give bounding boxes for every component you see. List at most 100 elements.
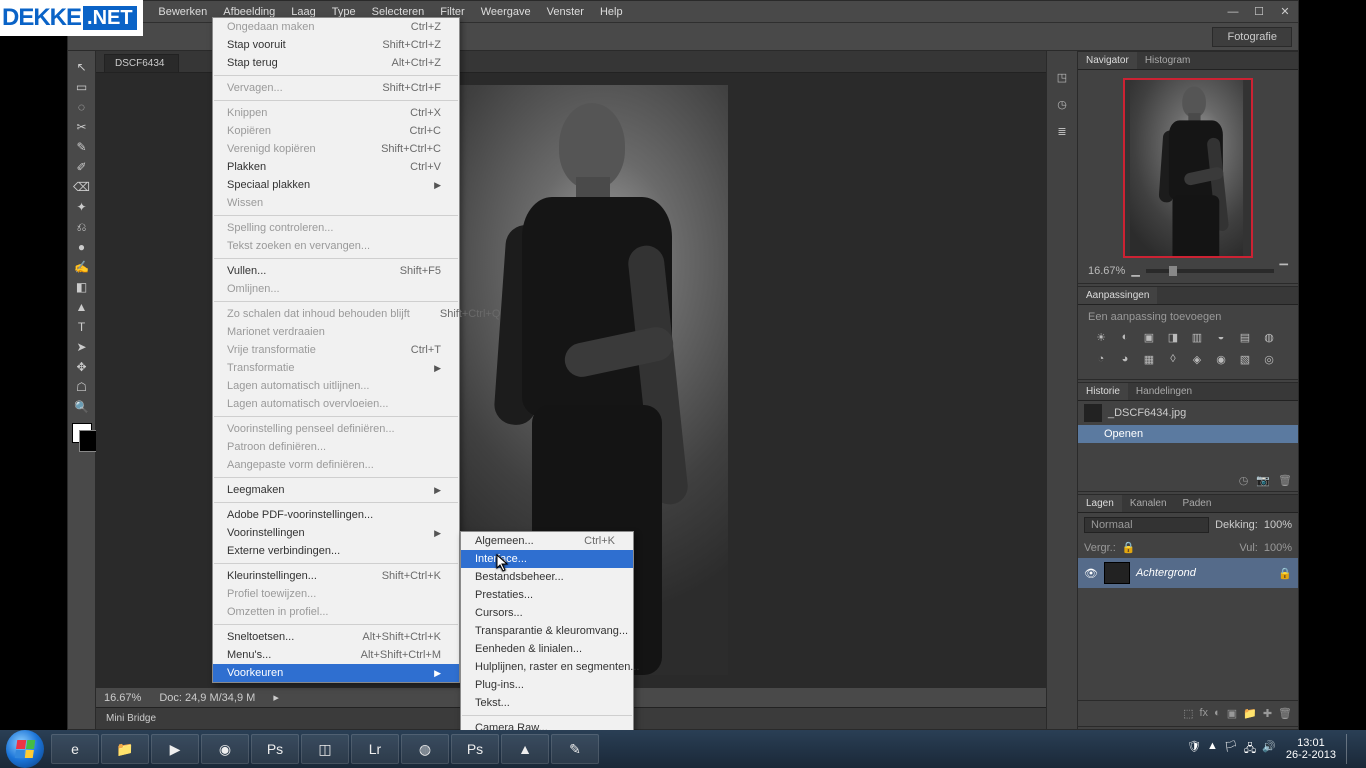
menu-item[interactable]: Kleurinstellingen...Shift+Ctrl+K bbox=[213, 567, 459, 585]
eraser-tool[interactable]: ⌫ bbox=[70, 177, 94, 197]
tray-icon[interactable]: ▲ bbox=[1207, 740, 1218, 759]
adjustment-icon[interactable]: ◊ bbox=[1164, 353, 1182, 369]
taskbar-button-steam[interactable]: ◍ bbox=[401, 734, 449, 764]
brush-tool[interactable]: ✐ bbox=[70, 157, 94, 177]
menu-item[interactable]: Transparantie & kleuromvang... bbox=[461, 622, 633, 640]
layer-action-icon[interactable]: ◐ bbox=[1214, 707, 1221, 720]
navigator-zoom[interactable]: 16.67% bbox=[1088, 265, 1125, 277]
zoom-in-icon[interactable]: ▔ bbox=[1280, 264, 1288, 277]
move-tool[interactable]: ↖ bbox=[70, 57, 94, 77]
layer-action-icon[interactable]: 🗑 bbox=[1278, 707, 1292, 720]
history-source[interactable]: _DSCF6434.jpg bbox=[1078, 401, 1298, 425]
menu-item[interactable]: Help bbox=[592, 1, 631, 23]
adjustment-icon[interactable]: ◨ bbox=[1164, 331, 1182, 347]
menu-item[interactable]: Externe verbindingen... bbox=[213, 542, 459, 560]
tab-histogram[interactable]: Histogram bbox=[1137, 52, 1199, 69]
taskbar-button-pad[interactable]: ✎ bbox=[551, 734, 599, 764]
menu-item[interactable]: Voorkeuren▶ bbox=[213, 664, 459, 682]
menu-item[interactable]: Algemeen...Ctrl+K bbox=[461, 532, 633, 550]
history-icon[interactable]: ◷ bbox=[1239, 474, 1249, 487]
menu-item[interactable]: Bestandsbeheer... bbox=[461, 568, 633, 586]
adjustment-icon[interactable]: ◔ bbox=[1092, 353, 1110, 369]
taskbar-button-wmp[interactable]: ▶ bbox=[151, 734, 199, 764]
maximize-icon[interactable]: ☐ bbox=[1246, 1, 1272, 23]
adjustment-icon[interactable]: ◒ bbox=[1212, 331, 1230, 347]
pen-tool[interactable]: ✍ bbox=[70, 257, 94, 277]
minimize-icon[interactable]: ― bbox=[1220, 1, 1246, 23]
tab-navigator[interactable]: Navigator bbox=[1078, 52, 1137, 69]
taskbar-button-square[interactable]: ◫ bbox=[301, 734, 349, 764]
document-tab[interactable]: DSCF6434 bbox=[104, 54, 179, 72]
taskbar-button-chrome[interactable]: ◉ bbox=[201, 734, 249, 764]
gradient-tool[interactable]: ● bbox=[70, 237, 94, 257]
layer-action-icon[interactable]: fx bbox=[1199, 707, 1208, 720]
visibility-icon[interactable]: 👁 bbox=[1084, 567, 1098, 580]
menu-item[interactable]: Stap vooruitShift+Ctrl+Z bbox=[213, 36, 459, 54]
menu-item[interactable]: Cursors... bbox=[461, 604, 633, 622]
menu-item[interactable]: Interface... bbox=[461, 550, 633, 568]
close-icon[interactable]: ✕ bbox=[1272, 1, 1298, 23]
taskbar-button-ps2[interactable]: Ps bbox=[451, 734, 499, 764]
navigator-thumbnail[interactable] bbox=[1123, 78, 1253, 258]
zoom-level[interactable]: 16.67% bbox=[104, 692, 141, 704]
layer-action-icon[interactable]: ✚ bbox=[1263, 707, 1272, 720]
adjustment-icon[interactable]: ◕ bbox=[1116, 353, 1134, 369]
hand-tool[interactable]: ✥ bbox=[70, 357, 94, 377]
tab-history[interactable]: Historie bbox=[1078, 383, 1128, 400]
tab-adjustments[interactable]: Aanpassingen bbox=[1078, 287, 1157, 304]
tray-icon[interactable]: 🔊 bbox=[1262, 740, 1276, 759]
panel-icon[interactable]: ◷ bbox=[1057, 98, 1067, 111]
lock-icon[interactable]: 🔒 bbox=[1122, 541, 1136, 554]
taskbar-button-vlc[interactable]: ▲ bbox=[501, 734, 549, 764]
color-swatch[interactable] bbox=[72, 423, 92, 443]
rotate-tool[interactable]: ☖ bbox=[70, 377, 94, 397]
layer-action-icon[interactable]: ▣ bbox=[1227, 707, 1237, 720]
taskbar-button-folder[interactable]: 📁 bbox=[101, 734, 149, 764]
menu-item[interactable]: Stap terugAlt+Ctrl+Z bbox=[213, 54, 459, 72]
path-tool[interactable]: ➤ bbox=[70, 337, 94, 357]
crop-tool[interactable]: ✂ bbox=[70, 117, 94, 137]
menu-item[interactable]: Menu's...Alt+Shift+Ctrl+M bbox=[213, 646, 459, 664]
menu-item[interactable]: Venster bbox=[539, 1, 592, 23]
trash-icon[interactable]: 🗑 bbox=[1278, 474, 1292, 487]
menu-item[interactable]: Plug-ins... bbox=[461, 676, 633, 694]
menu-item[interactable]: Eenheden & linialen... bbox=[461, 640, 633, 658]
adjustment-icon[interactable]: ◉ bbox=[1212, 353, 1230, 369]
menu-item[interactable]: Voorinstellingen▶ bbox=[213, 524, 459, 542]
type-tool[interactable]: T bbox=[70, 317, 94, 337]
eyedropper-tool[interactable]: ✎ bbox=[70, 137, 94, 157]
history-step[interactable]: Openen bbox=[1078, 425, 1298, 443]
panel-icon[interactable]: ◳ bbox=[1057, 71, 1067, 84]
show-desktop-button[interactable] bbox=[1346, 734, 1356, 764]
layer-action-icon[interactable]: ⬚ bbox=[1183, 707, 1193, 720]
clock-date[interactable]: 26-2-2013 bbox=[1286, 749, 1336, 761]
menu-item[interactable]: Hulplijnen, raster en segmenten... bbox=[461, 658, 633, 676]
layer-thumbnail[interactable] bbox=[1104, 562, 1130, 584]
menu-item[interactable]: PlakkenCtrl+V bbox=[213, 158, 459, 176]
taskbar-button-ie[interactable]: e bbox=[51, 734, 99, 764]
start-button[interactable] bbox=[6, 730, 44, 768]
menu-item[interactable]: Adobe PDF-voorinstellingen... bbox=[213, 506, 459, 524]
chevron-right-icon[interactable]: ▸ bbox=[273, 691, 279, 704]
menu-item[interactable]: Prestaties... bbox=[461, 586, 633, 604]
tab-layers[interactable]: Lagen bbox=[1078, 495, 1122, 512]
tray-icon[interactable]: 🖧 bbox=[1244, 740, 1256, 759]
shape-tool[interactable]: ▲ bbox=[70, 297, 94, 317]
tray-icon[interactable]: 🏳 bbox=[1224, 740, 1238, 759]
layer-row[interactable]: 👁 Achtergrond 🔒 bbox=[1078, 558, 1298, 588]
tab-paths[interactable]: Paden bbox=[1175, 495, 1220, 512]
menu-item[interactable]: Leegmaken▶ bbox=[213, 481, 459, 499]
zoom-tool[interactable]: 🔍 bbox=[70, 397, 94, 417]
tray-icon[interactable]: 🛡 bbox=[1187, 740, 1201, 759]
menu-item[interactable]: Speciaal plakken▶ bbox=[213, 176, 459, 194]
clock-time[interactable]: 13:01 bbox=[1286, 737, 1336, 749]
adjustment-icon[interactable]: ▥ bbox=[1188, 331, 1206, 347]
adjustment-icon[interactable]: ☀ bbox=[1092, 331, 1110, 347]
adjustment-icon[interactable]: ▦ bbox=[1140, 353, 1158, 369]
marquee-tool[interactable]: ▭ bbox=[70, 77, 94, 97]
adjustment-icon[interactable]: ◍ bbox=[1260, 331, 1278, 347]
adjustment-icon[interactable]: ▧ bbox=[1236, 353, 1254, 369]
menu-item[interactable]: Sneltoetsen...Alt+Shift+Ctrl+K bbox=[213, 628, 459, 646]
adjustment-icon[interactable]: ◈ bbox=[1188, 353, 1206, 369]
taskbar-button-ps[interactable]: Ps bbox=[251, 734, 299, 764]
